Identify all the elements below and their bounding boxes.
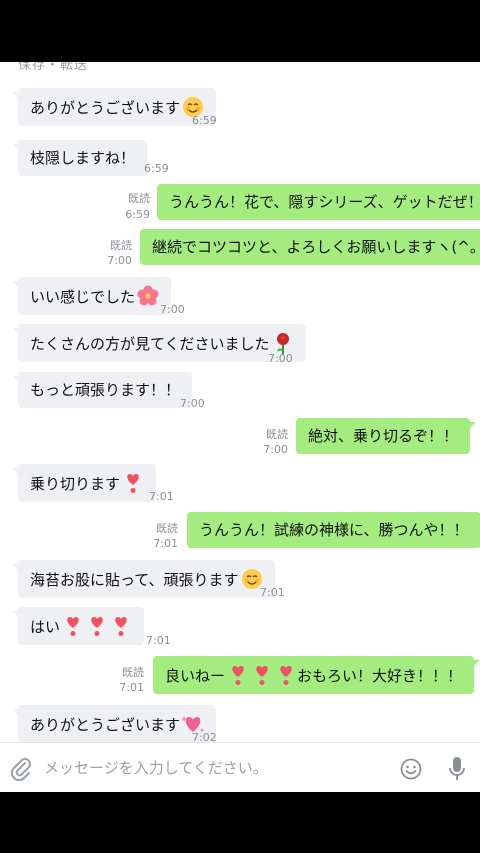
message-time: 7:01 [260, 586, 285, 599]
mic-icon[interactable] [448, 756, 466, 782]
message-bubble[interactable]: 継続でコツコツと、よろしくお願いしますヽ(^。^)ノ [140, 229, 480, 265]
smile-icon[interactable] [400, 758, 422, 780]
message-time: 7:00 [107, 254, 132, 267]
read-status: 既読 [110, 239, 132, 252]
message-text: もっと頑張ります！！ [30, 381, 181, 399]
heart-exclamation-emoji-icon [62, 615, 84, 637]
heart-exclamation-emoji-icon [110, 615, 132, 637]
heart-exclamation-emoji-icon [275, 664, 297, 686]
message-text: たくさんの方が見てくださいました [30, 335, 270, 353]
message-bubble[interactable]: はい [11, 607, 145, 645]
heart-exclamation-emoji-icon [86, 615, 108, 637]
message-text: おもろい！大好き！！！ [297, 667, 463, 685]
message-time: 7:01 [119, 681, 144, 694]
status-bar-area [0, 0, 480, 62]
heart-exclamation-emoji-icon [227, 664, 249, 686]
message-input-bar [0, 742, 480, 792]
message-time: 7:00 [160, 303, 185, 316]
message-text: ありがとうございます [30, 716, 181, 734]
message-bubble[interactable]: 乗り切ります [11, 464, 157, 502]
message-time: 7:00 [180, 397, 205, 410]
chat-message-list[interactable]: 保存・転送 ありがとうございます 6:59 枝隠しますね！ 6:59 既読 6:… [0, 62, 480, 742]
message-bubble[interactable]: 海苔お股に貼って、頑張ります [12, 560, 275, 598]
message-time: 7:01 [149, 490, 174, 503]
heart-exclamation-emoji-icon [122, 472, 144, 494]
message-text: いい感じでした [30, 288, 136, 306]
message-bubble[interactable]: うんうん！試練の神様に、勝つんや！！ [187, 512, 480, 548]
message-text: 絶対、乗り切るぞ！！ [308, 427, 459, 445]
read-status: 既読 [128, 192, 150, 205]
message-text: うんうん！花で、隠すシリーズ、ゲットだぜ！！ [169, 193, 480, 211]
message-time: 7:01 [153, 537, 178, 550]
message-text: うんうん！試練の神様に、勝つんや！！ [199, 521, 469, 539]
message-text: 継続でコツコツと、よろしくお願いしますヽ(^。^)ノ [152, 238, 480, 256]
message-bubble[interactable]: うんうん！花で、隠すシリーズ、ゲットだぜ！！ [157, 184, 480, 220]
message-time: 7:00 [263, 443, 288, 456]
message-text: 乗り切ります [30, 475, 121, 493]
message-bubble[interactable]: 良いねー おもろい！大好き！！！ [153, 656, 480, 694]
message-text: 海苔お股に貼って、頑張ります [30, 571, 239, 589]
message-time: 6:59 [125, 208, 150, 221]
message-time: 6:59 [144, 162, 169, 175]
partial-header-text: 保存・転送 [18, 62, 89, 73]
message-input[interactable] [44, 753, 384, 783]
read-status: 既読 [266, 428, 288, 441]
message-bubble[interactable]: 枝隠しますね！ [11, 140, 148, 176]
heart-exclamation-emoji-icon [251, 664, 273, 686]
message-text: ありがとうございます [30, 99, 181, 117]
message-time: 7:01 [146, 634, 171, 647]
paperclip-icon[interactable] [10, 757, 32, 782]
message-text: 枝隠しますね！ [30, 149, 136, 167]
message-bubble[interactable]: 絶対、乗り切るぞ！！ [296, 418, 477, 454]
message-bubble[interactable]: いい感じでした [11, 277, 172, 315]
message-time: 7:00 [268, 352, 293, 365]
message-bubble[interactable]: たくさんの方が見てくださいました [12, 324, 306, 362]
message-text: 良いねー [165, 667, 226, 685]
read-status: 既読 [122, 666, 144, 679]
message-time: 6:59 [192, 114, 217, 127]
message-bubble[interactable]: ありがとうございます [11, 88, 217, 126]
message-time: 7:02 [192, 731, 217, 742]
hibiscus-emoji-icon [137, 285, 159, 307]
read-status: 既読 [156, 522, 178, 535]
navigation-bar-area [0, 792, 480, 853]
message-bubble[interactable]: ありがとうございます [11, 705, 217, 742]
message-bubble[interactable]: もっと頑張ります！！ [11, 372, 193, 408]
rose-emoji-icon [272, 332, 294, 354]
message-text: はい [30, 618, 61, 636]
